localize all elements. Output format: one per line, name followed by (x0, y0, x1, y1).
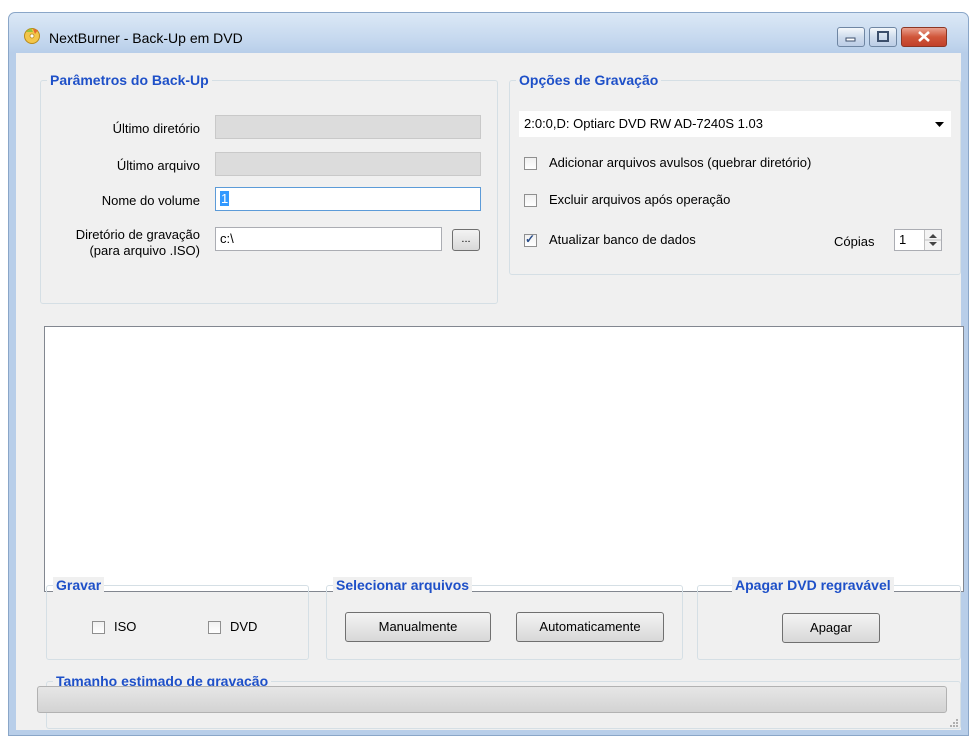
volume-name-label: Nome do volume (101, 193, 200, 208)
last-dir-label: Último diretório (112, 121, 200, 136)
minimize-icon (845, 37, 856, 42)
update-db-label: Atualizar banco de dados (549, 232, 696, 247)
last-file-label: Último arquivo (116, 158, 200, 173)
record-title: Gravar (53, 577, 105, 593)
delete-after-checkbox[interactable] (524, 194, 537, 207)
write-options-title: Opções de Gravação (516, 72, 662, 88)
volume-name-input[interactable]: 1 (215, 187, 481, 211)
copies-value: 1 (899, 232, 907, 247)
resize-grip-icon[interactable] (949, 718, 959, 728)
last-file-field (215, 152, 481, 176)
erase-title: Apagar DVD regravável (732, 577, 894, 593)
minimize-button[interactable] (837, 27, 865, 47)
record-group: Gravar (46, 577, 309, 660)
iso-checkbox[interactable] (92, 621, 105, 634)
close-icon (918, 31, 930, 42)
erase-button[interactable]: Apagar (782, 613, 880, 643)
dvd-checkbox[interactable] (208, 621, 221, 634)
estimate-progress-bar (37, 686, 947, 713)
write-dir-sublabel: (para arquivo .ISO) (89, 243, 200, 258)
delete-after-label: Excluir arquivos após operação (549, 192, 731, 207)
window-title: NextBurner - Back-Up em DVD (49, 30, 243, 46)
spinner-arrows[interactable] (924, 230, 941, 250)
add-loose-checkbox[interactable] (524, 157, 537, 170)
backup-params-title: Parâmetros do Back-Up (47, 72, 212, 88)
iso-label: ISO (114, 619, 137, 634)
drive-select-value: 2:0:0,D: Optiarc DVD RW AD-7240S 1.03 (524, 116, 763, 131)
spinner-arrows-icon (925, 234, 941, 246)
client-area: Parâmetros do Back-Up Último diretório Ú… (16, 53, 964, 730)
maximize-button[interactable] (869, 27, 897, 47)
last-dir-field (215, 115, 481, 139)
write-dir-input[interactable]: c:\ (215, 227, 442, 251)
write-dir-label: Diretório de gravação (75, 227, 200, 242)
maximize-icon (877, 31, 889, 42)
dvd-label: DVD (230, 619, 258, 634)
close-button[interactable] (901, 27, 947, 47)
browse-button[interactable]: ... (452, 229, 480, 251)
volume-name-value: 1 (220, 191, 230, 206)
auto-button[interactable]: Automaticamente (516, 612, 664, 642)
add-loose-label: Adicionar arquivos avulsos (quebrar dire… (549, 155, 812, 170)
manual-button[interactable]: Manualmente (345, 612, 491, 642)
title-bar[interactable]: NextBurner - Back-Up em DVD (9, 13, 968, 53)
files-listbox[interactable] (44, 326, 964, 592)
drive-select[interactable]: 2:0:0,D: Optiarc DVD RW AD-7240S 1.03 (519, 111, 951, 137)
update-db-checkbox[interactable] (524, 232, 537, 247)
app-window: NextBurner - Back-Up em DVD Parâmetros d… (8, 12, 969, 736)
copies-label: Cópias (834, 234, 875, 249)
select-files-title: Selecionar arquivos (333, 577, 473, 593)
chevron-down-icon (935, 122, 944, 127)
copies-spinner[interactable]: 1 (894, 229, 942, 251)
disc-burner-icon (24, 28, 40, 44)
